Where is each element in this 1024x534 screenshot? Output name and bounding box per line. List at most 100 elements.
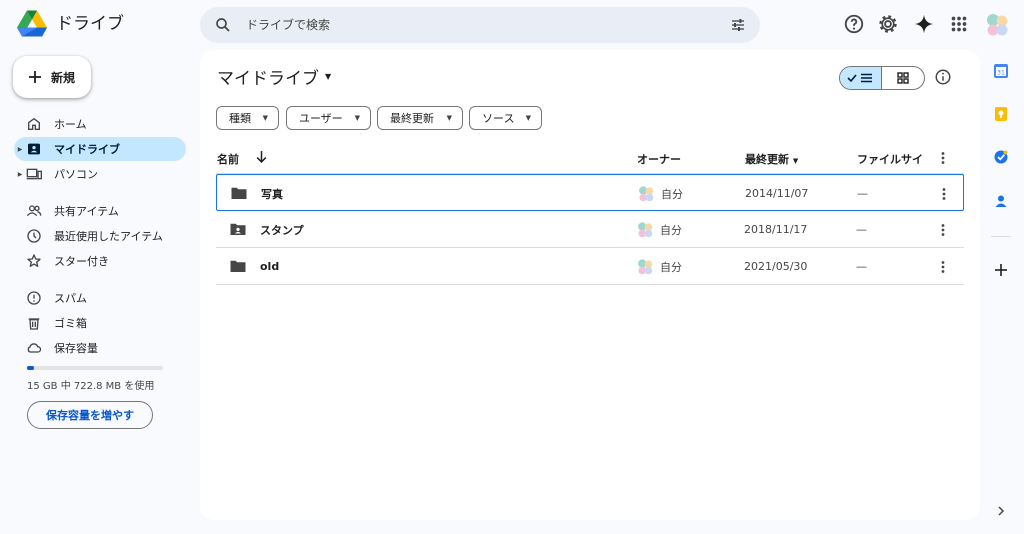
search-options-icon[interactable] — [730, 17, 746, 33]
file-size: — — [856, 223, 867, 236]
grid-view-button[interactable] — [882, 67, 924, 89]
owner-avatar — [638, 221, 653, 237]
table-row[interactable]: 写真 自分 2014/11/07 — — [216, 174, 964, 211]
owner-name: 自分 — [660, 260, 682, 274]
column-header-label: 名前 — [217, 153, 239, 166]
sidebar-item-home[interactable]: ホーム — [14, 112, 186, 136]
row-more-actions-icon[interactable] — [936, 211, 950, 248]
sidebar-item-my-drive[interactable]: ▶ マイドライブ — [14, 137, 186, 161]
expand-arrow-icon[interactable]: ▶ — [14, 171, 26, 178]
table-row[interactable]: スタンプ 自分 2018/11/17 — — [216, 211, 964, 248]
storage-usage-text: 15 GB 中 722.8 MB を使用 — [27, 381, 155, 392]
app-title[interactable]: ドライブ — [56, 12, 124, 36]
sidebar-item-recent[interactable]: 最近使用したアイテム — [14, 224, 186, 248]
column-header-label: オーナー — [637, 153, 681, 166]
filter-chip-type[interactable]: 種類 ▼ — [216, 106, 279, 130]
search-bar[interactable] — [200, 7, 760, 43]
owner-avatar — [638, 258, 653, 274]
modified-date: 2021/05/30 — [744, 260, 808, 273]
get-more-storage-button[interactable]: 保存容量を増やす — [27, 401, 153, 429]
owner-cell: 自分 — [636, 211, 682, 248]
filter-chip-modified[interactable]: 最終更新 ▼ — [377, 106, 463, 130]
filter-chip-people[interactable]: ユーザー ▼ — [286, 106, 371, 130]
column-header-owner[interactable]: オーナー — [637, 151, 681, 167]
shared-people-icon — [26, 205, 42, 217]
dropdown-caret-icon: ▼ — [446, 114, 452, 122]
shared-folder-icon — [230, 223, 246, 235]
sidebar-item-storage[interactable]: 保存容量 — [14, 336, 186, 360]
sidebar-item-label: マイドライブ — [54, 143, 120, 156]
sidebar-item-computers[interactable]: ▶ パソコン — [14, 162, 186, 186]
account-avatar[interactable] — [984, 12, 1010, 38]
search-icon[interactable] — [214, 16, 232, 34]
rail-divider — [991, 236, 1011, 237]
page-title[interactable]: マイドライブ ▼ — [217, 64, 331, 89]
help-icon[interactable] — [843, 13, 865, 35]
column-header-label: ファイルサイ — [857, 153, 923, 166]
new-button[interactable]: 新規 — [13, 56, 91, 98]
plus-icon — [29, 71, 41, 83]
dropdown-caret-icon: ▼ — [325, 72, 332, 81]
star-icon — [27, 254, 41, 267]
keep-icon[interactable] — [993, 106, 1009, 122]
calendar-icon[interactable]: 31 — [993, 63, 1009, 79]
sidebar-item-label: 保存容量 — [54, 342, 98, 355]
sidebar-item-label: 共有アイテム — [54, 205, 119, 218]
file-size: — — [857, 187, 868, 200]
file-name: old — [260, 260, 280, 273]
column-options-more-icon[interactable] — [937, 151, 949, 165]
cloud-icon — [27, 343, 42, 353]
trash-icon — [28, 318, 40, 330]
filter-chip-label: ソース — [482, 112, 515, 125]
owner-name: 自分 — [661, 187, 683, 201]
chevron-right-icon[interactable] — [996, 505, 1006, 517]
filter-chip-source[interactable]: ソース ▼ — [469, 106, 542, 130]
column-header-label: 最終更新 — [745, 153, 789, 166]
owner-cell: 自分 — [637, 175, 683, 212]
view-toggle[interactable] — [839, 66, 925, 90]
dropdown-caret-icon: ▼ — [525, 114, 531, 122]
file-name: 写真 — [261, 187, 283, 201]
column-header-size[interactable]: ファイルサイ — [857, 151, 923, 167]
folder-icon — [230, 260, 246, 272]
row-more-actions-icon[interactable] — [937, 175, 951, 212]
drive-logo[interactable] — [17, 10, 47, 38]
sidebar-item-starred[interactable]: スター付き — [14, 249, 186, 273]
filter-chip-label: ユーザー — [299, 112, 343, 125]
contacts-icon[interactable] — [993, 193, 1009, 209]
sidebar-item-trash[interactable]: ゴミ箱 — [14, 311, 186, 335]
owner-cell: 自分 — [636, 248, 682, 285]
file-size: — — [856, 260, 867, 273]
check-list-icon — [846, 73, 872, 83]
sidebar-item-spam[interactable]: スパム — [14, 286, 186, 310]
row-more-actions-icon[interactable] — [936, 248, 950, 285]
my-drive-icon — [28, 143, 40, 155]
settings-icon[interactable] — [877, 13, 899, 35]
table-row[interactable]: old 自分 2021/05/30 — — [216, 248, 964, 285]
sidebar-item-label: スパム — [54, 292, 87, 305]
new-button-label: 新規 — [51, 70, 76, 85]
add-addon-plus-icon[interactable] — [993, 262, 1009, 278]
sidebar-item-shared[interactable]: 共有アイテム — [14, 199, 186, 223]
computer-icon — [26, 168, 42, 180]
modified-date: 2018/11/17 — [744, 223, 808, 236]
spam-icon — [27, 291, 41, 305]
apps-grid-icon[interactable] — [948, 13, 970, 35]
storage-usage-fill — [27, 366, 34, 370]
tasks-icon[interactable] — [993, 149, 1009, 165]
column-header-modified[interactable]: 最終更新 ▼ — [745, 151, 798, 167]
search-input[interactable] — [246, 7, 716, 43]
list-view-button[interactable] — [840, 67, 883, 89]
owner-name: 自分 — [660, 223, 682, 237]
sidebar-item-label: ゴミ箱 — [54, 317, 87, 330]
svg-text:31: 31 — [997, 70, 1005, 77]
gemini-icon[interactable] — [913, 13, 935, 35]
info-icon[interactable] — [934, 68, 952, 86]
column-header-name[interactable]: 名前 — [217, 151, 239, 167]
owner-avatar — [639, 185, 654, 201]
sidebar-item-label: パソコン — [54, 168, 98, 181]
storage-usage-bar — [27, 366, 163, 370]
expand-arrow-icon[interactable]: ▶ — [14, 146, 26, 153]
sort-down-arrow-icon[interactable] — [255, 150, 268, 163]
sidebar-item-label: ホーム — [54, 118, 87, 131]
